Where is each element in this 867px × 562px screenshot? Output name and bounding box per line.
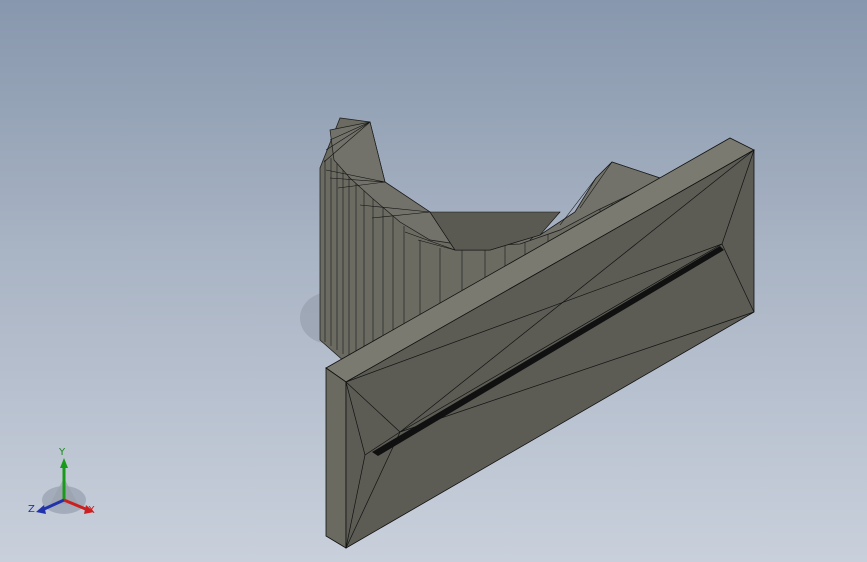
y-axis-label: Y <box>59 447 66 458</box>
graphics-viewport[interactable]: Y X Z <box>0 0 867 562</box>
z-axis-label: Z <box>28 504 35 515</box>
x-axis-label: X <box>88 505 95 516</box>
y-axis-arrow-icon <box>60 458 68 468</box>
plate-end-face <box>325 367 347 549</box>
3d-model-view[interactable] <box>0 0 867 562</box>
view-orientation-triad[interactable]: Y X Z <box>26 448 106 523</box>
